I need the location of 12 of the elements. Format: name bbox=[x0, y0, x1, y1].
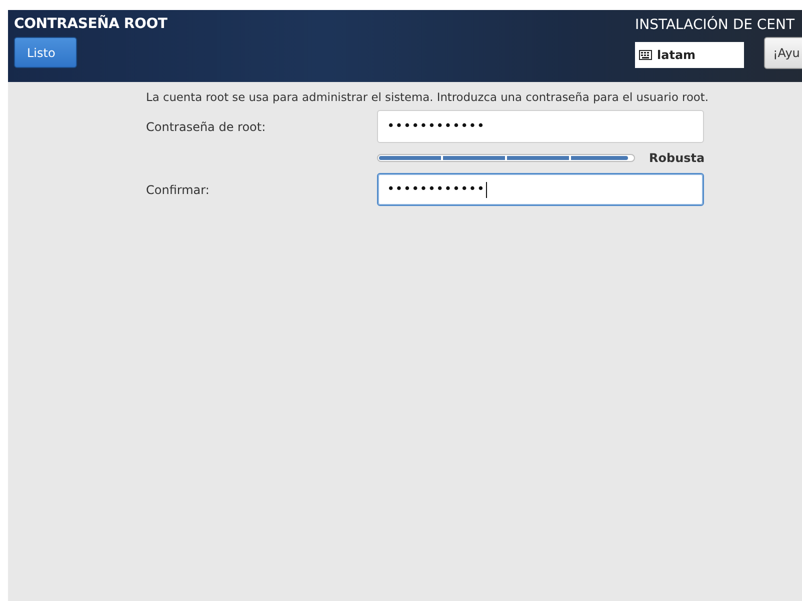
field-label: Confirmar: bbox=[146, 182, 210, 196]
screen-title: CONTRASEÑA ROOT bbox=[14, 16, 168, 32]
keyboard-layout-indicator[interactable]: latam bbox=[635, 42, 744, 68]
field-label: Contraseña de root: bbox=[146, 120, 267, 134]
strength-label: Robusta bbox=[649, 151, 705, 165]
product-title: INSTALACIÓN DE CENT bbox=[635, 17, 796, 33]
help-button[interactable]: ¡Ayu bbox=[764, 37, 802, 69]
instruction-text: La cuenta root se usa para administrar el sistema. Introduzca una contraseña para el usuario root. bbox=[146, 90, 710, 106]
done-button[interactable]: Listo bbox=[14, 37, 77, 68]
password-field[interactable]: •••••••••••• bbox=[377, 173, 704, 206]
keyboard-icon bbox=[639, 50, 652, 60]
password-field[interactable]: •••••••••••• bbox=[377, 110, 704, 143]
